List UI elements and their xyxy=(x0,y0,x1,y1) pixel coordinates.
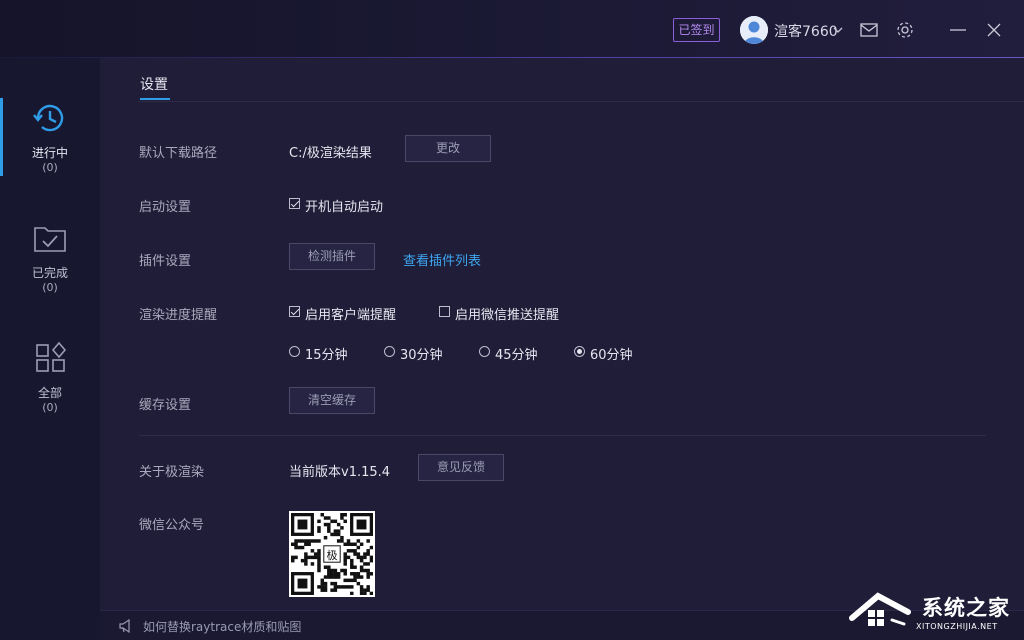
section-divider xyxy=(139,435,986,436)
megaphone-icon xyxy=(118,618,134,634)
interval-option-15[interactable]: 15分钟 xyxy=(305,344,348,363)
sidebar-item-label: 已完成 xyxy=(31,266,68,280)
clear-cache-button[interactable]: 清空缓存 xyxy=(289,387,375,414)
interval-option-30[interactable]: 30分钟 xyxy=(400,344,443,363)
auto-start-text[interactable]: 开机自动启动 xyxy=(305,196,383,215)
tab-settings[interactable]: 设置 xyxy=(140,74,168,94)
interval-option-45[interactable]: 45分钟 xyxy=(495,344,538,363)
folder-check-icon xyxy=(30,218,70,258)
interval-option-60[interactable]: 60分钟 xyxy=(590,344,633,363)
gear-icon[interactable] xyxy=(895,20,915,40)
close-icon[interactable] xyxy=(984,20,1004,40)
wechat-account-label: 微信公众号 xyxy=(139,518,205,533)
sidebar: 进行中 (0) 已完成 (0) 全部 (0) xyxy=(0,58,100,640)
tab-active-indicator xyxy=(140,98,170,100)
interval-radio-30[interactable] xyxy=(384,346,395,357)
download-path-value: C:/极渲染结果 xyxy=(289,146,372,161)
qr-center-logo: 极 xyxy=(327,548,338,562)
tip-link[interactable]: 如何替换raytrace材质和贴图 xyxy=(143,618,301,635)
sidebar-item-label: 全部 xyxy=(37,386,62,400)
change-path-button[interactable]: 更改 xyxy=(405,135,491,162)
history-clock-icon xyxy=(30,98,70,138)
signed-in-badge[interactable]: 已签到 xyxy=(673,18,720,42)
plugins-label: 插件设置 xyxy=(139,254,192,269)
tab-divider xyxy=(138,101,1024,102)
about-label: 关于极渲染 xyxy=(139,465,205,480)
sidebar-item-count: (0) xyxy=(42,161,58,174)
sidebar-item-count: (0) xyxy=(42,401,58,414)
view-plugin-list-link[interactable]: 查看插件列表 xyxy=(403,250,481,269)
mail-icon[interactable] xyxy=(859,20,879,40)
sidebar-item-completed[interactable]: 已完成 (0) xyxy=(0,178,100,294)
detect-plugins-button[interactable]: 检测插件 xyxy=(289,243,375,270)
watermark: 系统之家 XITONGZHIJIA.NET xyxy=(846,584,1024,640)
title-bar: 已签到 渲客7660 xyxy=(0,0,1024,58)
username-label[interactable]: 渲客7660 xyxy=(774,21,838,41)
settings-panel: 设置 默认下载路径 C:/极渲染结果 更改 启动设置 开机自动启动 插件设置 检… xyxy=(100,58,1024,610)
auto-start-checkbox[interactable] xyxy=(289,198,300,209)
watermark-subtitle: XITONGZHIJIA.NET xyxy=(916,622,998,631)
avatar[interactable] xyxy=(740,16,768,44)
chevron-down-icon[interactable] xyxy=(833,24,843,34)
grid-icon xyxy=(30,338,70,378)
minimize-icon[interactable] xyxy=(948,20,968,40)
wechat-reminder-text[interactable]: 启用微信推送提醒 xyxy=(455,304,559,323)
client-reminder-text[interactable]: 启用客户端提醒 xyxy=(305,304,396,323)
interval-radio-15[interactable] xyxy=(289,346,300,357)
feedback-button[interactable]: 意见反馈 xyxy=(418,454,504,481)
qr-code-image: 极 xyxy=(291,513,373,595)
wechat-reminder-checkbox[interactable] xyxy=(439,306,450,317)
progress-reminder-label: 渲染进度提醒 xyxy=(139,308,218,323)
sidebar-item-label: 进行中 xyxy=(31,146,68,160)
sidebar-item-all[interactable]: 全部 (0) xyxy=(0,298,100,414)
version-text: 当前版本v1.15.4 xyxy=(289,465,391,480)
startup-label: 启动设置 xyxy=(139,200,192,215)
wechat-qr-code: 极 xyxy=(289,511,375,597)
interval-radio-60[interactable] xyxy=(574,346,585,357)
sidebar-item-in-progress[interactable]: 进行中 (0) xyxy=(0,58,100,176)
house-logo-icon xyxy=(848,590,918,630)
client-reminder-checkbox[interactable] xyxy=(289,306,300,317)
cache-label: 缓存设置 xyxy=(139,398,192,413)
sidebar-item-count: (0) xyxy=(42,281,58,294)
interval-radio-45[interactable] xyxy=(479,346,490,357)
watermark-title: 系统之家 xyxy=(922,596,1010,620)
download-path-label: 默认下载路径 xyxy=(139,146,218,161)
